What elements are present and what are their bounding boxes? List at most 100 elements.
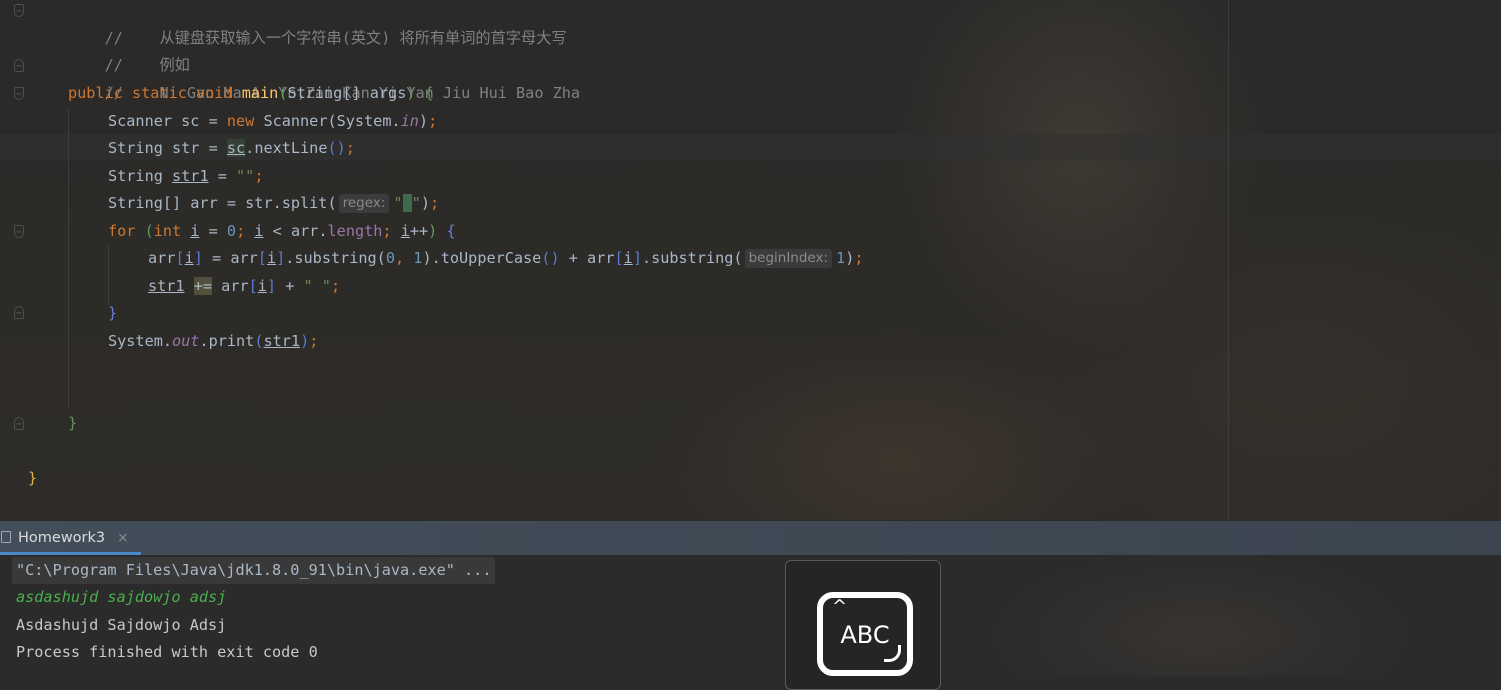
code-text: .substring(	[285, 249, 386, 267]
code-text: String	[108, 167, 173, 185]
comma: ,	[395, 249, 414, 267]
fold-marker-icon[interactable]: −	[14, 4, 24, 17]
code-line-uppercase[interactable]: arr[i] = arr[i].substring(0, 1).toUpperC…	[148, 245, 864, 272]
variable-reference: str1	[172, 167, 209, 185]
indent-guide	[68, 108, 69, 408]
semicolon: ;	[428, 112, 438, 130]
number-literal: 0	[385, 249, 395, 267]
fold-marker-icon[interactable]: −	[14, 87, 24, 100]
bracket: ]	[276, 249, 286, 267]
fold-marker-icon[interactable]: −	[14, 59, 24, 72]
bracket: [	[248, 277, 258, 295]
code-line-comment[interactable]: // 从键盘获取输入一个字符串(英文) 将所有单词的首字母大写	[68, 0, 567, 47]
abc-input-method-icon: ^ ABC	[817, 592, 913, 676]
variable-reference: i	[254, 222, 264, 240]
code-line-nextline[interactable]: String str = sc.nextLine();	[108, 135, 355, 162]
fold-marker-icon[interactable]: −	[14, 306, 24, 319]
parameter-hint: beginIndex:	[744, 249, 833, 268]
code-line-comment[interactable]: // Ni Gan Ma Ai Yo,Zai Kan Yi Yan Jiu Hu…	[68, 53, 580, 102]
gutter: − − − − − −	[0, 0, 40, 520]
bracket: [	[175, 249, 185, 267]
parameter-hint: regex:	[338, 194, 390, 213]
code-text: = arr	[202, 249, 258, 267]
variable-reference: str1	[148, 277, 185, 295]
fold-marker-icon[interactable]: −	[14, 225, 24, 238]
code-line-print[interactable]: System.out.print(str1);	[108, 328, 318, 355]
code-line-close-for[interactable]: }	[108, 300, 117, 327]
keyword: int	[153, 222, 191, 240]
operator-highlight: +=	[193, 277, 213, 295]
semicolon: ;	[429, 194, 440, 212]
brace: }	[28, 469, 38, 487]
code-line-split[interactable]: String[] arr = str.split(regex: " ");	[108, 190, 439, 217]
run-tool-window-header: Homework3 ×	[0, 521, 1501, 555]
variable-reference: i	[266, 249, 277, 267]
paren: ()	[327, 139, 346, 157]
variable-reference: sc	[226, 139, 246, 157]
brace: {	[437, 222, 456, 240]
bracket: ]	[193, 249, 203, 267]
selected-space	[402, 194, 412, 212]
code-text: )	[845, 249, 855, 267]
code-line-str1-init[interactable]: String str1 = "";	[108, 163, 263, 190]
code-text: .nextLine	[245, 139, 328, 157]
bracket: ]	[266, 277, 277, 295]
code-text: arr	[148, 249, 176, 267]
paren: )	[406, 84, 416, 102]
variable-reference: i	[400, 222, 410, 240]
code-line-append[interactable]: str1 += arr[i] + " ";	[148, 273, 340, 300]
input-method-indicator: ^ ABC	[785, 560, 941, 690]
code-text: ++	[409, 222, 429, 240]
close-icon[interactable]: ×	[117, 521, 129, 555]
code-line-close-main[interactable]: }	[68, 410, 77, 437]
code-editor[interactable]: − − − − − − // 从键盘获取输入一个字符串(英文) 将所有单词的首字…	[0, 0, 1501, 520]
console-command-line[interactable]: "C:\Program Files\Java\jdk1.8.0_91\bin\j…	[12, 557, 496, 584]
indent-guide	[108, 245, 109, 305]
paren: )	[300, 332, 310, 350]
code-text: =	[208, 167, 237, 185]
semicolon: ;	[309, 332, 319, 350]
static-field: in	[400, 112, 419, 130]
code-text: .substring(	[641, 249, 743, 267]
code-text: arr.	[290, 222, 328, 240]
bracket: ]	[632, 249, 642, 267]
code-line-for-loop[interactable]: for (int i = 0; i < arr.length; i++) {	[108, 218, 456, 245]
code-line-main-signature[interactable]: public static void main(String[] args) {	[68, 80, 434, 107]
fold-marker-icon[interactable]: −	[14, 417, 24, 430]
variable-reference: str1	[263, 332, 301, 350]
console-icon	[1, 531, 11, 543]
run-console[interactable]: "C:\Program Files\Java\jdk1.8.0_91\bin\j…	[0, 555, 1501, 676]
keyword: new	[226, 112, 255, 130]
code-text: ).toUpperCase	[422, 249, 542, 267]
code-text: Scanner(System.	[254, 112, 401, 130]
code-text: String[] arr = str.split(	[108, 194, 337, 212]
brace: }	[108, 304, 118, 322]
console-user-input: asdashujd sajdowjo adsj	[16, 588, 227, 606]
number-literal: 1	[836, 249, 846, 267]
type-name: String	[287, 84, 343, 102]
code-text: + arr	[559, 249, 615, 267]
static-field: out	[172, 332, 200, 350]
code-text: .print	[199, 332, 255, 350]
variable-reference: i	[257, 277, 267, 295]
code-text: )	[420, 194, 430, 212]
string-literal: " "	[303, 277, 331, 295]
field-reference: length	[327, 222, 383, 240]
paren: ()	[541, 249, 560, 267]
run-tab[interactable]: Homework3 ×	[0, 521, 141, 555]
caret-glyph: ^	[832, 596, 848, 617]
code-line-scanner[interactable]: Scanner sc = new Scanner(System.in);	[108, 108, 437, 135]
semicolon: ;	[854, 249, 864, 267]
keyword: public static void	[68, 84, 242, 102]
bracket: [	[257, 249, 267, 267]
code-text: String str =	[108, 139, 227, 157]
brace: {	[415, 84, 434, 102]
code-line-comment[interactable]: // 例如	[68, 25, 190, 74]
console-program-output: Asdashujd Sajdowjo Adsj	[16, 616, 227, 634]
right-margin-guide	[1228, 0, 1229, 520]
string-literal: "	[411, 194, 421, 212]
semicolon: ;	[382, 222, 401, 240]
code-line-close-class[interactable]: }	[28, 465, 37, 492]
method-name: main	[241, 84, 279, 102]
